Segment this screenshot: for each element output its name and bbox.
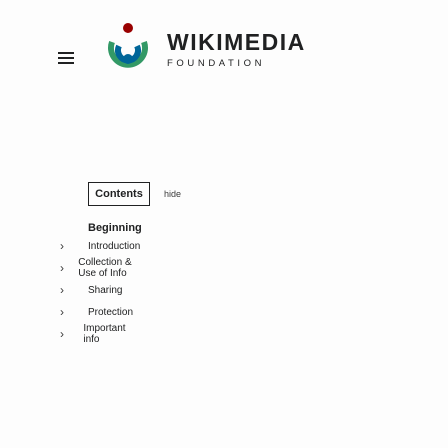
- toc-item-introduction[interactable]: › Introduction: [60, 236, 140, 256]
- toc-item-sharing[interactable]: › Sharing: [60, 280, 122, 300]
- toc-item-label: Important info: [83, 323, 126, 345]
- toc-item-label: Introduction: [88, 240, 141, 252]
- toc-hide-link[interactable]: hide: [164, 189, 181, 199]
- page: WIKIMEDIA FOUNDATION Contents hide Begin…: [0, 0, 448, 448]
- logo-subtitle: FOUNDATION: [167, 58, 266, 69]
- logo-title: WIKIMEDIA: [167, 29, 306, 55]
- hamburger-menu-icon[interactable]: [58, 52, 74, 66]
- toc-item-label: Sharing: [88, 284, 123, 296]
- toc-item-label: Collection & Use of Info: [78, 257, 132, 279]
- toc-title: Contents: [88, 182, 150, 206]
- toc-header: Contents hide: [88, 180, 428, 208]
- toc-item-collection-use[interactable]: › Collection & Use of Info: [60, 257, 132, 279]
- chevron-right-icon: ›: [60, 327, 64, 341]
- chevron-right-icon: ›: [60, 305, 64, 319]
- logo-wordmark[interactable]: WIKIMEDIA FOUNDATION: [167, 30, 306, 69]
- site-header: WIKIMEDIA FOUNDATION: [0, 0, 448, 128]
- toc-section-beginning[interactable]: Beginning: [88, 222, 428, 234]
- toc-item-label: Protection: [88, 306, 134, 318]
- chevron-right-icon: ›: [60, 283, 64, 297]
- chevron-right-icon: ›: [60, 261, 64, 275]
- chevron-right-icon: ›: [60, 239, 64, 253]
- wikimedia-logo-icon[interactable]: [103, 18, 153, 76]
- toc-item-important-info[interactable]: › Important info: [60, 323, 130, 345]
- table-of-contents: Contents hide Beginning: [88, 180, 428, 234]
- toc-item-protection[interactable]: › Protection: [60, 302, 133, 322]
